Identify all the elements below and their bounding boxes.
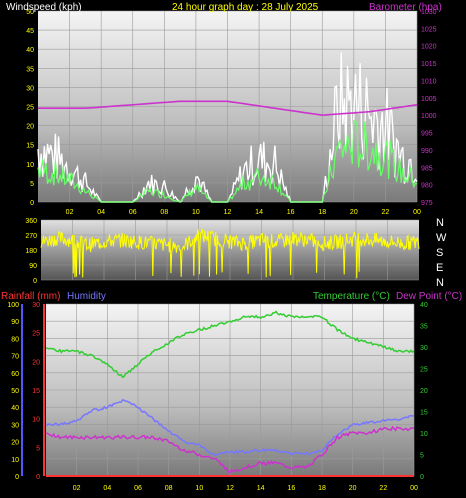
humidity-ytick: 80	[11, 336, 19, 343]
temp-ytick: 0	[420, 474, 424, 481]
direction-ytick: 90	[29, 263, 37, 270]
chart-title: 24 hour graph day : 28 July 2025	[172, 2, 319, 13]
wind-xtick: 22	[382, 209, 390, 216]
dewpoint-label: Dew Point (°C)	[396, 291, 462, 302]
barometer-ytick: 975	[421, 200, 433, 207]
compass-n-top: N	[436, 217, 444, 229]
barometer-label: Barometer (hpa)	[369, 2, 442, 13]
barometer-ytick: 985	[421, 165, 433, 172]
rain-ytick: 20	[32, 359, 40, 366]
barometer-ytick: 1010	[421, 78, 437, 85]
humidity-ytick: 0	[15, 474, 19, 481]
wind-ytick-left: 0	[30, 200, 34, 207]
weather-chart: 0510152025303540455097598098599099510001…	[1, 2, 462, 492]
humidity-ytick: 90	[11, 319, 19, 326]
humidity-label: Humidity	[67, 291, 106, 302]
direction-ytick: 270	[25, 233, 37, 240]
humidity-ytick: 60	[11, 371, 19, 378]
wind-xtick: 10	[192, 209, 200, 216]
barometer-ytick: 980	[421, 183, 433, 190]
direction-ytick: 360	[25, 218, 37, 225]
temp-xtick: 20	[349, 485, 357, 492]
barometer-ytick: 1020	[421, 44, 437, 51]
temp-xtick: 16	[287, 485, 295, 492]
wind-ytick-left: 5	[30, 181, 34, 188]
temp-ytick: 15	[420, 410, 428, 417]
wind-ytick-left: 35	[26, 66, 34, 73]
temp-ytick: 25	[420, 367, 428, 374]
wind-xtick: 14	[255, 209, 263, 216]
barometer-ytick: 1005	[421, 96, 437, 103]
temp-xtick: 02	[73, 485, 81, 492]
wind-xtick: 08	[160, 209, 168, 216]
wind-xtick: 18	[318, 209, 326, 216]
rain-ytick: 15	[32, 388, 40, 395]
rain-ytick: 25	[32, 331, 40, 338]
rainfall-label: Rainfall (mm)	[1, 291, 60, 302]
compass-w: W	[436, 232, 447, 244]
temperature-label: Temperature (°C)	[313, 291, 390, 302]
wind-xtick: 12	[224, 209, 232, 216]
wind-ytick-left: 10	[26, 162, 34, 169]
humidity-ytick: 40	[11, 405, 19, 412]
temp-xtick: 12	[226, 485, 234, 492]
temp-ytick: 40	[420, 302, 428, 309]
wind-xtick: 20	[350, 209, 358, 216]
wind-ytick-left: 20	[26, 124, 34, 131]
temp-xtick: 06	[134, 485, 142, 492]
barometer-ytick: 1000	[421, 113, 437, 120]
compass-s: S	[436, 247, 443, 259]
wind-ytick-left: 15	[26, 143, 34, 150]
humidity-ytick: 50	[11, 388, 19, 395]
barometer-ytick: 990	[421, 148, 433, 155]
temp-ytick: 30	[420, 345, 428, 352]
wind-xtick: 06	[129, 209, 137, 216]
humidity-ytick: 30	[11, 422, 19, 429]
wind-xtick: 16	[287, 209, 295, 216]
temp-xtick: 18	[318, 485, 326, 492]
temp-ytick: 20	[420, 388, 428, 395]
temp-ytick: 35	[420, 324, 428, 331]
wind-ytick-left: 40	[26, 47, 34, 54]
temp-ytick: 5	[420, 453, 424, 460]
temp-ytick: 10	[420, 431, 428, 438]
humidity-ytick: 70	[11, 354, 19, 361]
temp-xtick: 00	[410, 485, 418, 492]
barometer-ytick: 1025	[421, 26, 437, 33]
humidity-ytick: 100	[7, 302, 19, 309]
temp-xtick: 22	[379, 485, 387, 492]
direction-ytick: 180	[25, 248, 37, 255]
rain-ytick: 0	[36, 474, 40, 481]
compass-e: E	[436, 262, 443, 274]
temp-xtick: 14	[257, 485, 265, 492]
wind-xtick: 04	[97, 209, 105, 216]
temp-xtick: 08	[165, 485, 173, 492]
wind-ytick-left: 45	[26, 28, 34, 35]
wind-xtick: 02	[66, 209, 74, 216]
rain-ytick: 30	[32, 302, 40, 309]
windspeed-label: Windspeed (kph)	[6, 2, 82, 13]
wind-ytick-left: 30	[26, 85, 34, 92]
temp-xtick: 10	[195, 485, 203, 492]
barometer-ytick: 1015	[421, 61, 437, 68]
humidity-ytick: 20	[11, 440, 19, 447]
rain-ytick: 10	[32, 417, 40, 424]
barometer-ytick: 995	[421, 131, 433, 138]
humidity-ytick: 10	[11, 457, 19, 464]
compass-n-bottom: N	[436, 277, 444, 289]
wind-ytick-left: 25	[26, 105, 34, 112]
direction-ytick: 0	[33, 278, 37, 285]
rain-ytick: 5	[36, 445, 40, 452]
temp-xtick: 04	[103, 485, 111, 492]
wind-xtick: 00	[413, 209, 421, 216]
